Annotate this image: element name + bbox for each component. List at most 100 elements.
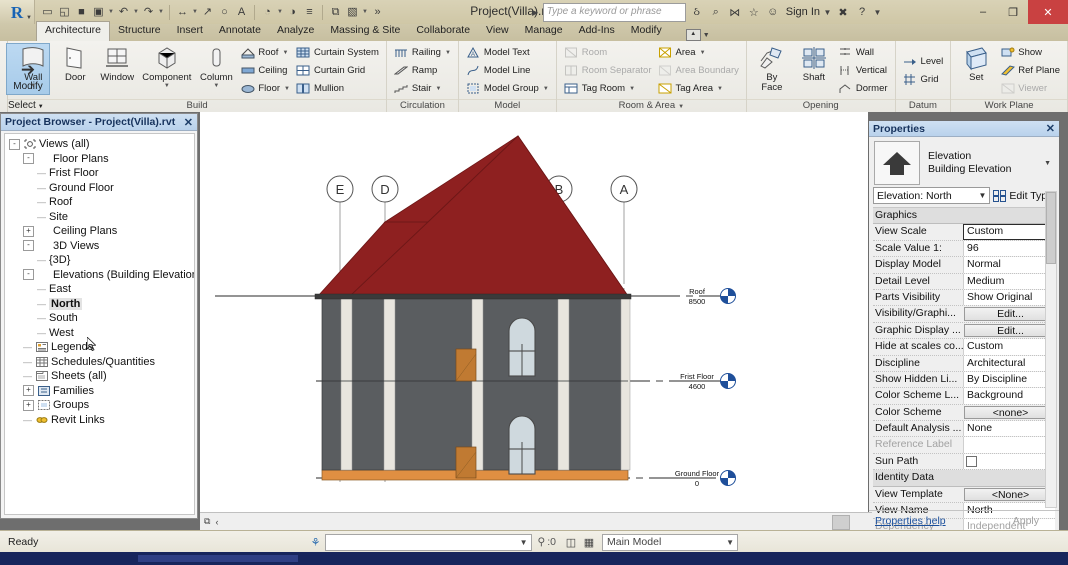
tab-massing-site[interactable]: Massing & Site: [322, 22, 408, 41]
expander-toggle[interactable]: -: [23, 240, 34, 251]
exclude-options-icon[interactable]: ◫: [562, 536, 580, 549]
property-row-default-analysis-[interactable]: Default Analysis ...None: [873, 421, 1055, 437]
property-row-sun-path[interactable]: Sun Path: [873, 454, 1055, 470]
help-icon[interactable]: ?: [854, 4, 870, 20]
chevron-down-icon[interactable]: ▼: [978, 191, 986, 200]
aligned-dimension-icon[interactable]: ↗: [199, 3, 216, 21]
redo-chevron-icon[interactable]: ▼: [157, 9, 165, 15]
close-hidden-windows-icon[interactable]: ⧉: [327, 3, 344, 21]
property-value[interactable]: <None>: [964, 488, 1054, 501]
browser-node-roof[interactable]: —Roof: [5, 195, 194, 210]
application-menu-button[interactable]: R ▼: [0, 0, 35, 24]
more-commands-icon[interactable]: »: [369, 3, 386, 21]
property-value[interactable]: Custom: [963, 339, 1055, 354]
property-row-color-scheme-l-[interactable]: Color Scheme L...Background: [873, 388, 1055, 404]
area-button[interactable]: Area▼: [658, 44, 739, 62]
section-icon[interactable]: ◑: [284, 3, 301, 21]
help-search-icon[interactable]: ⌕: [708, 4, 724, 20]
level-tag-roof[interactable]: Roof8500: [689, 287, 736, 306]
model-line-button[interactable]: Model Line: [466, 62, 549, 80]
browser-node-east[interactable]: —East: [5, 282, 194, 297]
search-input[interactable]: Type a keyword or phrase: [543, 3, 686, 22]
browser-node-schedules-quantities[interactable]: —Schedules/Quantities: [5, 355, 194, 370]
tag-area-button[interactable]: Tag Area▼: [658, 80, 739, 98]
tab-add-ins[interactable]: Add-Ins: [571, 22, 623, 41]
subscription-icon[interactable]: ⋈: [727, 4, 743, 20]
property-value[interactable]: 96: [963, 241, 1055, 256]
property-row-scale-value-1-[interactable]: Scale Value 1:96: [873, 241, 1055, 257]
window-button[interactable]: Window: [96, 43, 138, 98]
properties-scrollbar[interactable]: [1045, 191, 1057, 508]
browser-node-families[interactable]: +Families: [5, 384, 194, 399]
dormer-button[interactable]: Dormer: [838, 80, 888, 98]
property-value[interactable]: [963, 437, 1055, 452]
browser-node-revit-links[interactable]: —Revit Links: [5, 413, 194, 428]
level-button[interactable]: Level: [903, 53, 944, 71]
project-browser-tree[interactable]: -Views (all)-Floor Plans—Frist Floor—Gro…: [4, 133, 195, 515]
close-button[interactable]: ✕: [1028, 0, 1068, 24]
chevron-down-icon[interactable]: ▼: [164, 83, 170, 89]
horizontal-scroll-thumb[interactable]: [832, 515, 850, 530]
3d-view-chevron-icon[interactable]: ▼: [276, 9, 284, 15]
scrollbar-thumb[interactable]: [1046, 192, 1056, 264]
undo-icon[interactable]: ↶: [115, 3, 132, 21]
property-row-hide-at-scales-co-[interactable]: Hide at scales co...Custom: [873, 339, 1055, 355]
property-value[interactable]: Edit...: [964, 307, 1054, 320]
expander-toggle[interactable]: +: [23, 400, 34, 411]
railing-button[interactable]: Railing▼: [394, 44, 451, 62]
chevron-down-icon[interactable]: ▼: [30, 83, 36, 89]
browser-node-ground-floor[interactable]: —Ground Floor: [5, 181, 194, 196]
press-select-icon[interactable]: ⚘: [307, 536, 325, 549]
chevron-down-icon[interactable]: ▼: [435, 86, 441, 92]
browser-node-site[interactable]: —Site: [5, 210, 194, 225]
new-file-icon[interactable]: ▭: [39, 3, 56, 21]
expander-toggle[interactable]: -: [23, 153, 34, 164]
property-value[interactable]: None: [963, 421, 1055, 436]
property-value[interactable]: Medium: [963, 274, 1055, 289]
property-row-visibility-graphi-[interactable]: Visibility/Graphi...Edit...: [873, 306, 1055, 322]
checkbox[interactable]: [966, 456, 977, 467]
ramp-button[interactable]: Ramp: [394, 62, 451, 80]
text-icon[interactable]: A: [233, 3, 250, 21]
property-row-detail-level[interactable]: Detail LevelMedium: [873, 274, 1055, 290]
level-head-bubble[interactable]: [721, 471, 736, 486]
property-value[interactable]: Show Original: [963, 290, 1055, 305]
maximize-button[interactable]: ❐: [998, 0, 1028, 24]
tab-architecture[interactable]: Architecture: [36, 21, 110, 41]
save-as-chevron-icon[interactable]: ▼: [107, 9, 115, 15]
design-options-icon[interactable]: ▦: [580, 536, 598, 549]
level-tag-ground-floor[interactable]: Ground Floor0: [675, 469, 736, 488]
expander-toggle[interactable]: +: [23, 385, 34, 396]
browser-node-south[interactable]: —South: [5, 311, 194, 326]
filter-icon[interactable]: ⚲: [538, 536, 546, 548]
search-expand-icon[interactable]: ▶: [531, 8, 540, 17]
browser-node--3d-[interactable]: —{3D}: [5, 253, 194, 268]
chevron-down-icon[interactable]: ▼: [520, 538, 531, 547]
scroll-left-icon[interactable]: ‹: [215, 517, 218, 527]
worksets-dropdown[interactable]: Main Model ▼: [602, 534, 738, 551]
filter-group[interactable]: ⚲ :0: [538, 536, 556, 548]
property-value[interactable]: Normal: [963, 257, 1055, 272]
browser-node-groups[interactable]: +Groups: [5, 398, 194, 413]
tab-view[interactable]: View: [478, 22, 517, 41]
set-button[interactable]: Set: [955, 43, 997, 98]
minimize-button[interactable]: –: [968, 0, 998, 24]
component-button[interactable]: Component▼: [138, 43, 195, 98]
level-tag-frist-floor[interactable]: Frist Floor4600: [680, 372, 735, 391]
level-head-bubble[interactable]: [721, 374, 736, 389]
open-file-icon[interactable]: ◱: [56, 3, 73, 21]
tag-icon[interactable]: ○: [216, 3, 233, 21]
tab-insert[interactable]: Insert: [169, 22, 211, 41]
property-row-discipline[interactable]: DisciplineArchitectural: [873, 356, 1055, 372]
tab-manage[interactable]: Manage: [517, 22, 571, 41]
chevron-down-icon[interactable]: ▼: [26, 15, 32, 21]
browser-node-3d-views[interactable]: -3D Views: [5, 239, 194, 254]
browser-node-west[interactable]: —West: [5, 326, 194, 341]
switch-windows-icon[interactable]: ▧: [344, 3, 361, 21]
selection-dropdown[interactable]: ▼: [325, 534, 532, 551]
chevron-down-icon[interactable]: ▼: [629, 86, 635, 92]
chevron-down-icon[interactable]: ▼: [717, 86, 723, 92]
tab-structure[interactable]: Structure: [110, 22, 169, 41]
property-value[interactable]: Edit...: [964, 324, 1054, 337]
switch-windows-chevron-icon[interactable]: ▼: [361, 9, 369, 15]
